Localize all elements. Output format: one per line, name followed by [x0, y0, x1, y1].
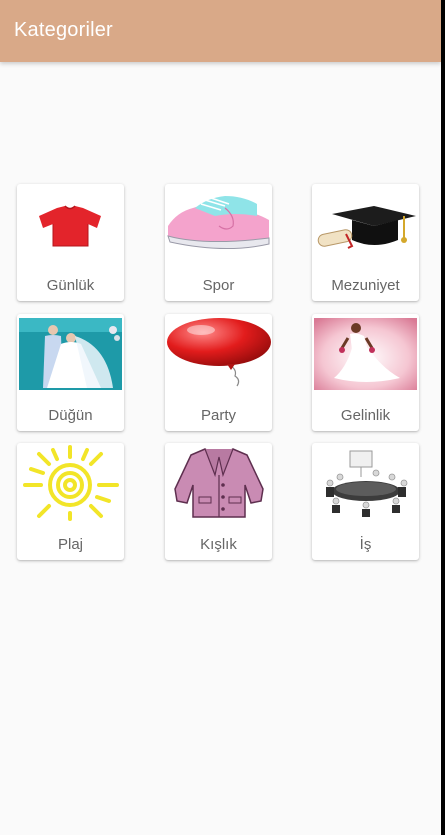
category-label: Party	[200, 407, 236, 424]
sneaker-icon	[167, 196, 270, 250]
category-card-kislik[interactable]: Kışlık	[165, 443, 272, 560]
wedding-couple-icon	[19, 318, 122, 390]
category-label: Mezuniyet	[331, 277, 400, 294]
category-card-party[interactable]: Party	[165, 314, 272, 431]
meeting-icon	[326, 450, 408, 517]
graduation-cap-icon	[317, 206, 416, 249]
category-label: Günlük	[46, 277, 95, 294]
screen-edge	[441, 0, 445, 835]
app-bar: Kategoriler	[0, 0, 441, 62]
bride-icon	[314, 318, 417, 390]
category-card-mezuniyet[interactable]: Mezuniyet	[312, 184, 419, 301]
category-card-gunluk[interactable]: Günlük	[17, 184, 124, 301]
category-label: Spor	[202, 277, 235, 294]
category-label: Plaj	[57, 536, 83, 553]
category-label: Gelinlik	[340, 407, 391, 424]
category-card-dugun[interactable]: Düğün	[17, 314, 124, 431]
balloon-icon	[167, 318, 271, 387]
category-card-is[interactable]: İş	[312, 443, 419, 560]
tshirt-icon	[39, 205, 101, 247]
category-card-gelinlik[interactable]: Gelinlik	[312, 314, 419, 431]
sun-icon	[23, 445, 119, 521]
category-label: İş	[359, 536, 372, 553]
page-title: Kategoriler	[14, 19, 113, 41]
category-label: Kışlık	[200, 536, 237, 553]
category-card-plaj[interactable]: Plaj	[17, 443, 124, 560]
coat-icon	[174, 448, 264, 518]
category-card-spor[interactable]: Spor	[165, 184, 272, 301]
category-label: Düğün	[48, 407, 93, 424]
